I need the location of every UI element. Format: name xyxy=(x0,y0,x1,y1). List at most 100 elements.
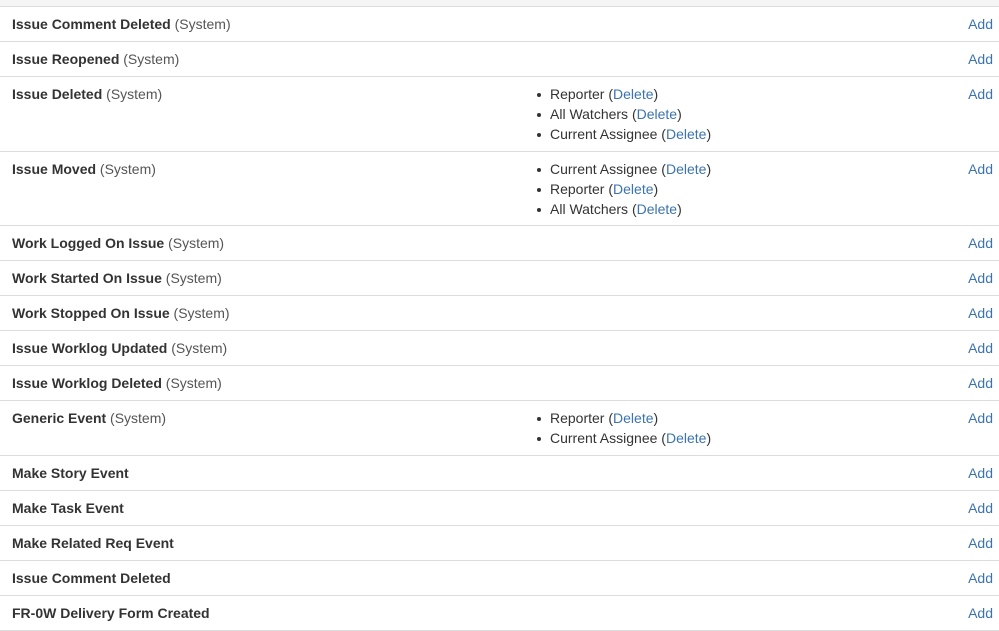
operations-cell: Add xyxy=(933,410,999,426)
delete-link[interactable]: Delete xyxy=(666,430,706,446)
table-row: Issue Moved (System) Current Assignee (De… xyxy=(0,152,999,226)
table-row: Work Started On Issue (System) Add xyxy=(0,261,999,296)
operations-cell: Add xyxy=(933,605,999,621)
list-item: Current Assignee (Delete) xyxy=(537,428,933,448)
add-link[interactable]: Add xyxy=(968,500,993,516)
operations-cell: Add xyxy=(933,16,999,32)
delete-link[interactable]: Delete xyxy=(666,161,706,177)
add-link[interactable]: Add xyxy=(968,86,993,102)
recipient-label: Current Assignee xyxy=(550,161,658,177)
event-scope: (System) xyxy=(174,16,231,32)
notifications-cell: Reporter (Delete) Current Assignee (Delet… xyxy=(530,408,933,448)
event-cell: Issue Deleted (System) xyxy=(0,86,530,102)
event-cell: Work Logged On Issue (System) xyxy=(0,235,530,251)
paren-open: ( xyxy=(657,161,666,177)
table-row: Work Stopped On Issue (System) Add xyxy=(0,296,999,331)
notification-events-table: Issue Comment Deleted (System) Add Issue R… xyxy=(0,6,999,631)
paren-open: ( xyxy=(628,106,637,122)
event-scope: (System) xyxy=(165,375,222,391)
event-cell: Work Started On Issue (System) xyxy=(0,270,530,286)
table-row: Generic Event (System) Reporter (Delete) C… xyxy=(0,401,999,456)
list-item: Reporter (Delete) xyxy=(537,179,933,199)
delete-link[interactable]: Delete xyxy=(613,86,653,102)
list-item: Reporter (Delete) xyxy=(537,408,933,428)
operations-cell: Add xyxy=(933,161,999,177)
notification-list: Reporter (Delete) Current Assignee (Delet… xyxy=(530,408,933,448)
list-item: Current Assignee (Delete) xyxy=(537,159,933,179)
list-item: Reporter (Delete) xyxy=(537,84,933,104)
event-name: Work Started On Issue xyxy=(12,270,162,286)
recipient-label: Reporter xyxy=(550,181,605,197)
event-scope: (System) xyxy=(165,270,222,286)
paren-close: ) xyxy=(677,106,682,122)
event-cell: Issue Moved (System) xyxy=(0,161,530,177)
operations-cell: Add xyxy=(933,375,999,391)
delete-link[interactable]: Delete xyxy=(613,181,653,197)
event-scope: (System) xyxy=(110,410,167,426)
event-scope: (System) xyxy=(99,161,156,177)
event-cell: Generic Event (System) xyxy=(0,410,530,426)
add-link[interactable]: Add xyxy=(968,340,993,356)
operations-cell: Add xyxy=(933,465,999,481)
operations-cell: Add xyxy=(933,235,999,251)
add-link[interactable]: Add xyxy=(968,465,993,481)
paren-close: ) xyxy=(653,181,659,197)
add-link[interactable]: Add xyxy=(968,270,993,286)
delete-link[interactable]: Delete xyxy=(666,126,706,142)
delete-link[interactable]: Delete xyxy=(637,106,677,122)
operations-cell: Add xyxy=(933,86,999,102)
table-row: FR-0W Delivery Form Created Add xyxy=(0,596,999,631)
operations-cell: Add xyxy=(933,51,999,67)
event-name: Issue Worklog Updated xyxy=(12,340,168,356)
add-link[interactable]: Add xyxy=(968,51,993,67)
add-link[interactable]: Add xyxy=(968,410,993,426)
delete-link[interactable]: Delete xyxy=(613,410,653,426)
event-name: Issue Reopened xyxy=(12,51,120,67)
table-row: Make Task Event Add xyxy=(0,491,999,526)
event-name: Issue Comment Deleted xyxy=(12,16,171,32)
paren-close: ) xyxy=(706,161,712,177)
event-scope: (System) xyxy=(123,51,180,67)
event-cell: Issue Comment Deleted xyxy=(0,570,530,586)
delete-link[interactable]: Delete xyxy=(637,201,677,217)
event-name: Issue Deleted xyxy=(12,86,103,102)
list-item: Current Assignee (Delete) xyxy=(537,124,933,144)
add-link[interactable]: Add xyxy=(968,305,993,321)
table-row: Issue Reopened (System) Add xyxy=(0,42,999,77)
recipient-label: Reporter xyxy=(550,410,605,426)
event-name: Issue Moved xyxy=(12,161,97,177)
event-name: Issue Worklog Deleted xyxy=(12,375,162,391)
add-link[interactable]: Add xyxy=(968,16,993,32)
event-scope: (System) xyxy=(106,86,163,102)
table-row: Make Related Req Event Add xyxy=(0,526,999,561)
table-row: Issue Worklog Updated (System) Add xyxy=(0,331,999,366)
paren-open: ( xyxy=(657,430,666,446)
event-name: Make Related Req Event xyxy=(12,535,174,551)
event-name: Work Logged On Issue xyxy=(12,235,165,251)
add-link[interactable]: Add xyxy=(968,375,993,391)
add-link[interactable]: Add xyxy=(968,235,993,251)
event-scope: (System) xyxy=(173,305,230,321)
table-row: Issue Worklog Deleted (System) Add xyxy=(0,366,999,401)
add-link[interactable]: Add xyxy=(968,535,993,551)
operations-cell: Add xyxy=(933,570,999,586)
operations-cell: Add xyxy=(933,535,999,551)
paren-close: ) xyxy=(653,410,659,426)
notification-list: Reporter (Delete) All Watchers (Delete) Cu… xyxy=(530,84,933,144)
recipient-label: Current Assignee xyxy=(550,126,658,142)
operations-cell: Add xyxy=(933,500,999,516)
notifications-cell: Current Assignee (Delete) Reporter (Delet… xyxy=(530,159,933,219)
list-item: All Watchers (Delete) xyxy=(537,104,933,124)
event-cell: Issue Reopened (System) xyxy=(0,51,530,67)
add-link[interactable]: Add xyxy=(968,570,993,586)
paren-close: ) xyxy=(653,86,659,102)
add-link[interactable]: Add xyxy=(968,605,993,621)
event-cell: FR-0W Delivery Form Created xyxy=(0,605,530,621)
add-link[interactable]: Add xyxy=(968,161,993,177)
paren-open: ( xyxy=(604,410,614,426)
event-name: Generic Event xyxy=(12,410,107,426)
paren-close: ) xyxy=(706,430,712,446)
event-name: Work Stopped On Issue xyxy=(12,305,170,321)
event-name: Make Story Event xyxy=(12,465,129,481)
event-cell: Issue Comment Deleted (System) xyxy=(0,16,530,32)
